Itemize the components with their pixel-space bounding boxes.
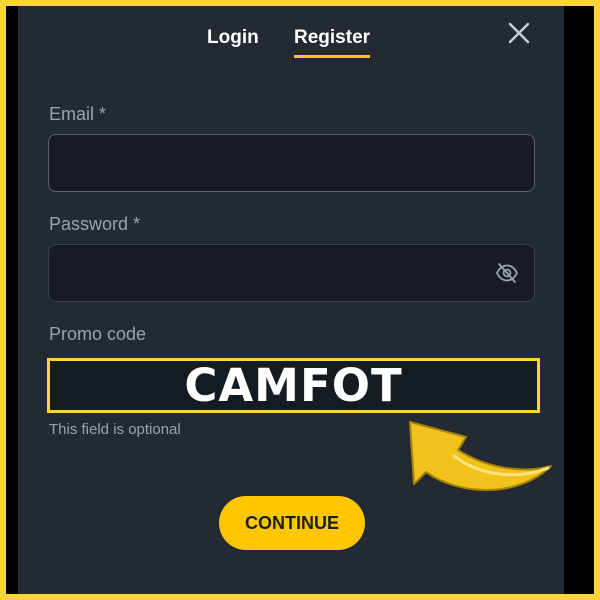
- email-label: Email *: [49, 104, 107, 124]
- password-field[interactable]: [48, 244, 535, 302]
- promo-code-label: Promo code: [49, 324, 147, 344]
- password-visibility-toggle[interactable]: [495, 263, 519, 283]
- email-field[interactable]: [48, 134, 535, 192]
- auth-tabs: Login Register: [18, 28, 564, 68]
- eye-off-icon: [495, 263, 519, 283]
- arrow-pointer-icon: [409, 421, 552, 491]
- promo-code-value: CAMFOT: [184, 359, 403, 412]
- password-label: Password *: [49, 214, 141, 234]
- close-icon: [508, 22, 530, 44]
- tab-register-label: Register: [294, 27, 371, 48]
- register-modal: Login Register Email * Password * Promo …: [18, 6, 564, 594]
- close-button[interactable]: [506, 20, 532, 46]
- tab-register[interactable]: Register: [294, 27, 371, 64]
- active-tab-indicator: [294, 55, 371, 58]
- tab-login[interactable]: Login: [207, 28, 259, 64]
- continue-button[interactable]: CONTINUE: [219, 496, 365, 550]
- promo-code-field[interactable]: CAMFOT: [47, 358, 540, 413]
- promo-code-hint: This field is optional: [49, 421, 181, 438]
- tab-login-label: Login: [207, 27, 259, 48]
